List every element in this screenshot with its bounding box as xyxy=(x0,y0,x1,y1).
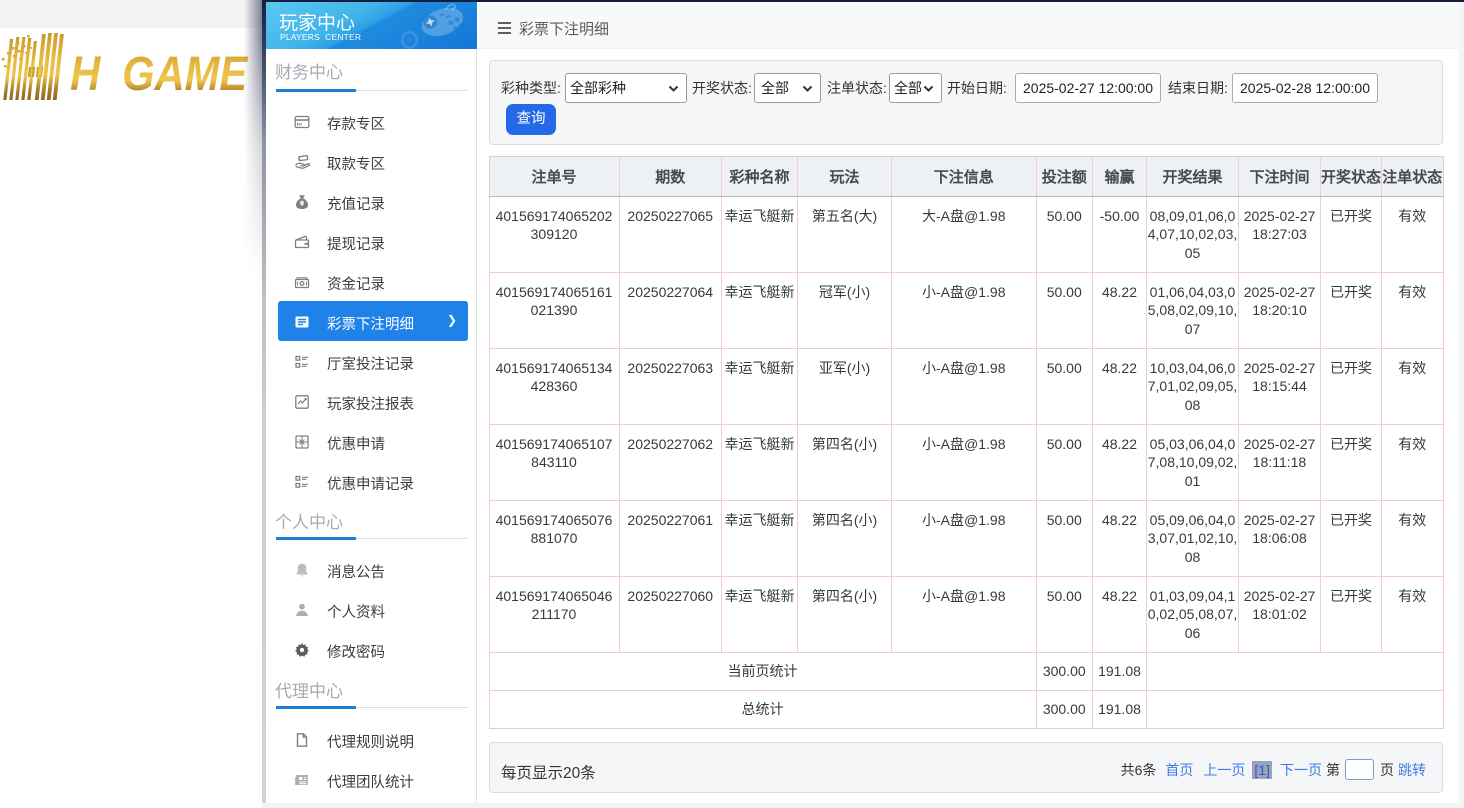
svg-text:GAME: GAME xyxy=(122,46,249,101)
svg-text:H: H xyxy=(70,46,101,101)
